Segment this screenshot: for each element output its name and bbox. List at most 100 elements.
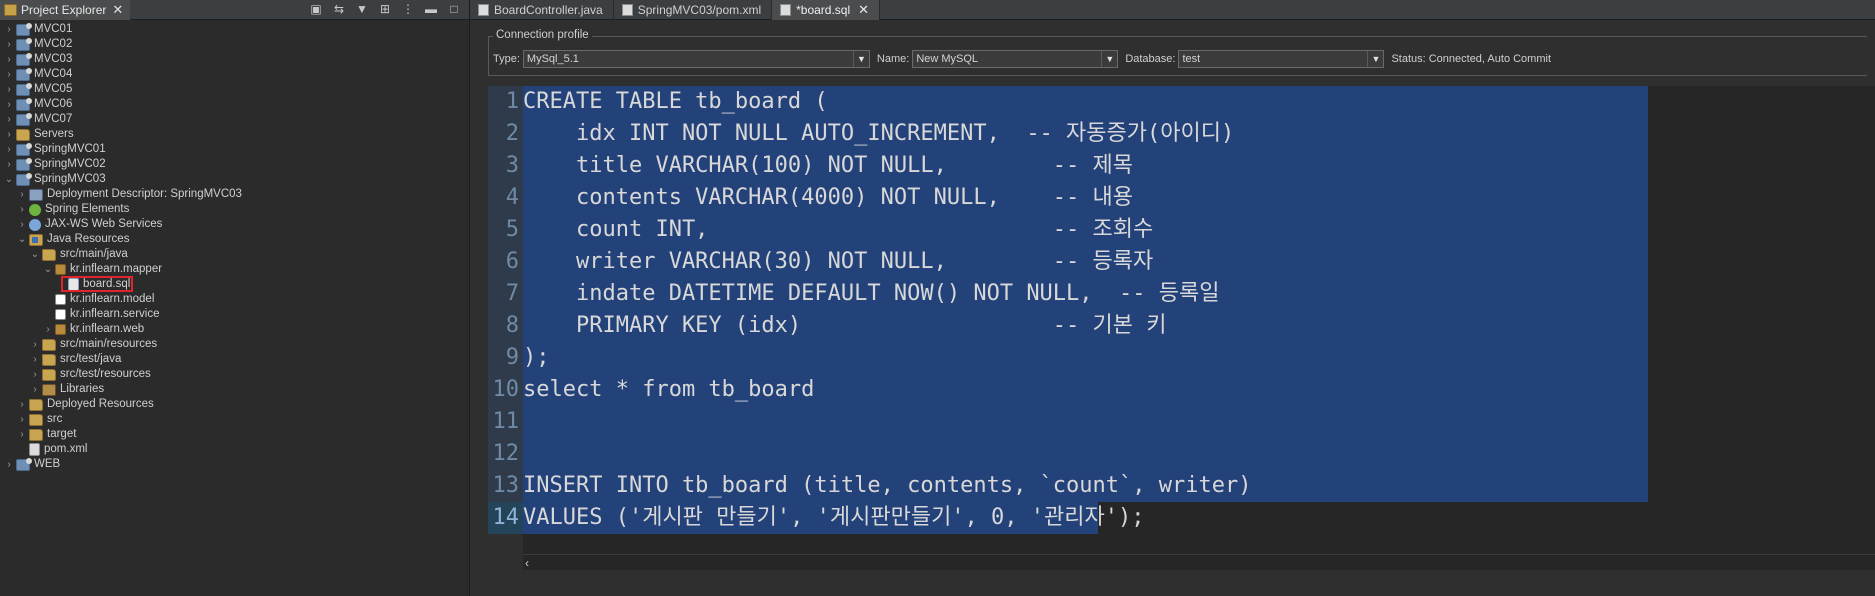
editor-tab-label: SpringMVC03/pom.xml: [637, 3, 762, 17]
tree-item[interactable]: › src/test/java: [0, 352, 469, 367]
tree-item[interactable]: › JAX-WS Web Services: [0, 217, 469, 232]
chevron-right-icon[interactable]: ›: [17, 187, 27, 202]
collapse-all-icon[interactable]: ▣: [309, 2, 323, 16]
chevron-right-icon[interactable]: ›: [30, 337, 40, 352]
tree-item[interactable]: › target: [0, 427, 469, 442]
chevron-right-icon[interactable]: ›: [4, 82, 14, 97]
tree-item[interactable]: ⌄ src/main/java: [0, 247, 469, 262]
tree-item-label: kr.inflearn.model: [70, 293, 155, 305]
tree-item[interactable]: › MVC01: [0, 22, 469, 37]
tree-item[interactable]: kr.inflearn.service: [0, 307, 469, 322]
line-number: 3: [488, 150, 523, 182]
file-icon: [780, 4, 792, 16]
chevron-right-icon[interactable]: ›: [43, 322, 53, 337]
chevron-right-icon[interactable]: ›: [4, 112, 14, 127]
tree-item[interactable]: › Libraries: [0, 382, 469, 397]
close-icon[interactable]: ✕: [858, 2, 869, 18]
tab-project-explorer[interactable]: Project Explorer ✕: [0, 0, 130, 20]
tree-item[interactable]: › MVC07: [0, 112, 469, 127]
chevron-down-icon[interactable]: ⌄: [43, 262, 53, 277]
link-editor-icon[interactable]: ⇆: [332, 2, 346, 16]
chevron-right-icon[interactable]: ›: [30, 382, 40, 397]
tree-item[interactable]: › SpringMVC01: [0, 142, 469, 157]
editor-tab[interactable]: SpringMVC03/pom.xml: [614, 0, 773, 20]
tree-item[interactable]: › Deployed Resources: [0, 397, 469, 412]
tree-item[interactable]: kr.inflearn.model: [0, 292, 469, 307]
filter-icon[interactable]: ▼: [355, 2, 369, 16]
chevron-right-icon[interactable]: ›: [4, 142, 14, 157]
tree-item[interactable]: › SpringMVC02: [0, 157, 469, 172]
folder-icon: [16, 128, 30, 141]
tree-item[interactable]: › src: [0, 412, 469, 427]
tree-item[interactable]: › Deployment Descriptor: SpringMVC03: [0, 187, 469, 202]
code-line[interactable]: 4 contents VARCHAR(4000) NOT NULL, -- 내용: [488, 182, 1875, 214]
chevron-right-icon[interactable]: ›: [4, 97, 14, 112]
chevron-down-icon[interactable]: ▼: [1101, 51, 1117, 67]
tree-item[interactable]: › src/test/resources: [0, 367, 469, 382]
code-line[interactable]: 6 writer VARCHAR(30) NOT NULL, -- 등록자: [488, 246, 1875, 278]
chevron-right-icon[interactable]: ›: [30, 352, 40, 367]
chevron-right-icon[interactable]: ›: [4, 67, 14, 82]
code-line[interactable]: 12: [488, 438, 1875, 470]
tree-item[interactable]: ⌄ SpringMVC03: [0, 172, 469, 187]
chevron-right-icon[interactable]: ›: [17, 397, 27, 412]
chevron-down-icon[interactable]: ⌄: [17, 232, 27, 247]
chevron-right-icon[interactable]: ›: [17, 427, 27, 442]
focus-icon[interactable]: ⊞: [378, 2, 392, 16]
chevron-right-icon[interactable]: ›: [4, 457, 14, 472]
chevron-down-icon[interactable]: ▼: [852, 51, 869, 67]
chevron-right-icon[interactable]: ›: [17, 412, 27, 427]
sql-editor[interactable]: 1 CREATE TABLE tb_board (2 idx INT NOT NU…: [488, 86, 1875, 570]
chevron-right-icon[interactable]: ›: [4, 37, 14, 52]
chevron-right-icon[interactable]: ›: [17, 202, 27, 217]
tree-item[interactable]: › Spring Elements: [0, 202, 469, 217]
tree-item[interactable]: › MVC05: [0, 82, 469, 97]
database-select[interactable]: test ▼: [1178, 50, 1385, 68]
name-select[interactable]: New MySQL ▼: [912, 50, 1119, 68]
tree-item[interactable]: board.sql: [0, 276, 469, 292]
chevron-right-icon[interactable]: ›: [30, 367, 40, 382]
chevron-right-icon[interactable]: ›: [4, 127, 14, 142]
code-line[interactable]: 10 select * from tb_board: [488, 374, 1875, 406]
code-line[interactable]: 13 INSERT INTO tb_board (title, contents,…: [488, 470, 1875, 502]
code-line[interactable]: 1 CREATE TABLE tb_board (: [488, 86, 1875, 118]
project-icon: [16, 52, 32, 66]
editor-area: BoardController.java SpringMVC03/pom.xml *…: [470, 0, 1875, 596]
tree-item[interactable]: › MVC04: [0, 67, 469, 82]
chevron-down-icon[interactable]: ⌄: [30, 247, 40, 262]
minimize-icon[interactable]: ▬: [424, 2, 438, 16]
chevron-right-icon[interactable]: ›: [4, 157, 14, 172]
tree-item[interactable]: › Servers: [0, 127, 469, 142]
chevron-right-icon[interactable]: ›: [4, 52, 14, 67]
maximize-icon[interactable]: □: [447, 2, 461, 16]
tree-item[interactable]: ⌄ kr.inflearn.mapper: [0, 262, 469, 277]
tree-item[interactable]: › MVC02: [0, 37, 469, 52]
tree-item[interactable]: ⌄ Java Resources: [0, 232, 469, 247]
close-icon[interactable]: ✕: [112, 2, 123, 18]
tree-item[interactable]: › WEB: [0, 457, 469, 472]
chevron-right-icon[interactable]: ›: [17, 217, 27, 232]
view-menu-icon[interactable]: ⋮: [401, 2, 415, 16]
editor-tab[interactable]: BoardController.java: [470, 0, 614, 20]
tree-item[interactable]: › MVC06: [0, 97, 469, 112]
code-line[interactable]: 5 count INT, -- 조회수: [488, 214, 1875, 246]
code-line[interactable]: 8 PRIMARY KEY (idx) -- 기본 키: [488, 310, 1875, 342]
sql-code[interactable]: 1 CREATE TABLE tb_board (2 idx INT NOT NU…: [488, 86, 1875, 534]
editor-tab[interactable]: *board.sql ✕: [772, 0, 881, 20]
code-line[interactable]: 2 idx INT NOT NULL AUTO_INCREMENT, -- 자동…: [488, 118, 1875, 150]
scroll-left-icon[interactable]: ‹: [525, 556, 529, 570]
tree-item[interactable]: › MVC03: [0, 52, 469, 67]
code-line[interactable]: 7 indate DATETIME DEFAULT NOW() NOT NULL…: [488, 278, 1875, 310]
horizontal-scrollbar[interactable]: ‹: [523, 554, 1875, 570]
chevron-down-icon[interactable]: ▼: [1367, 51, 1383, 67]
code-line[interactable]: 9);: [488, 342, 1875, 374]
type-select[interactable]: MySql_5.1 ▼: [522, 50, 870, 68]
chevron-right-icon[interactable]: ›: [4, 22, 14, 37]
tree-item[interactable]: › src/main/resources: [0, 337, 469, 352]
chevron-down-icon[interactable]: ⌄: [4, 172, 14, 187]
tree-item[interactable]: › kr.inflearn.web: [0, 322, 469, 337]
code-line[interactable]: 3 title VARCHAR(100) NOT NULL, -- 제목: [488, 150, 1875, 182]
code-line[interactable]: 11: [488, 406, 1875, 438]
tree-item[interactable]: pom.xml: [0, 442, 469, 457]
code-line[interactable]: 14 VALUES ('게시판 만들기', '게시판만들기', 0, '관리자')…: [488, 502, 1875, 534]
